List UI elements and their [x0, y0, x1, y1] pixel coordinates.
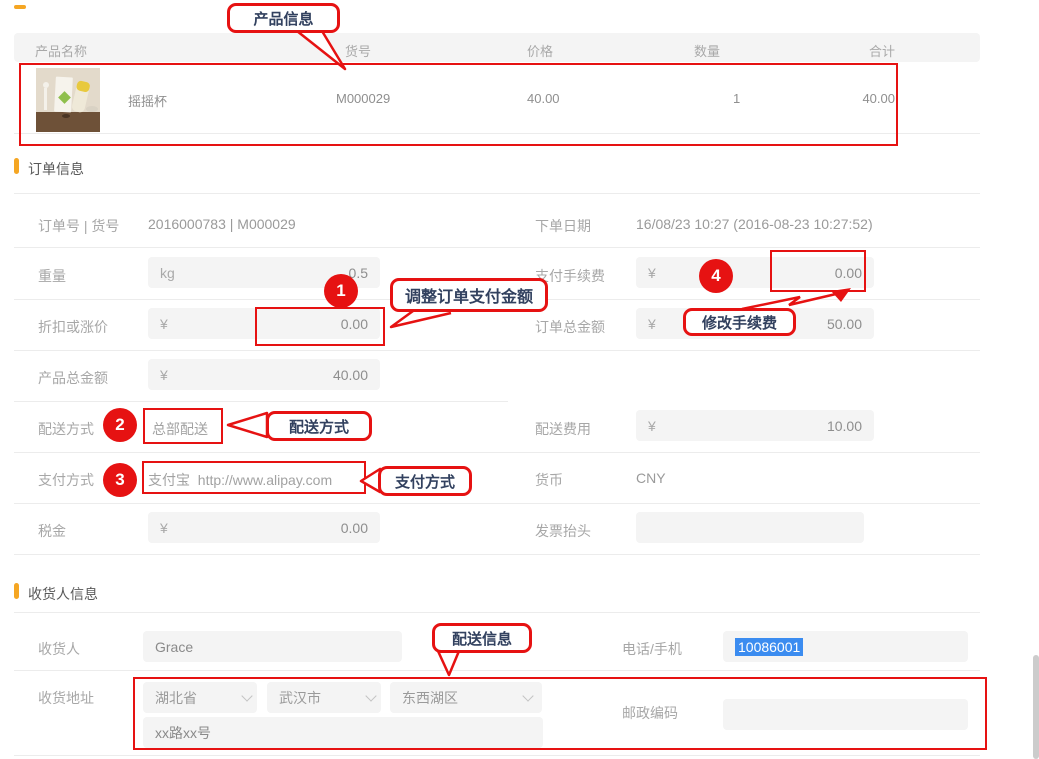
- district-select[interactable]: 东西湖区: [390, 682, 542, 713]
- annotation-callout-product-info: 产品信息: [227, 3, 340, 33]
- phone-input[interactable]: 10086001: [723, 631, 968, 662]
- receiver-name-label: 收货人: [38, 639, 80, 659]
- zip-input[interactable]: [723, 699, 968, 730]
- product-name-cell: 摇摇杯: [128, 91, 167, 110]
- divider-receiver-row1: [14, 670, 980, 671]
- tax-currency: ¥: [160, 520, 168, 536]
- divider-order-top: [14, 193, 980, 194]
- shipping-method-label: 配送方式: [38, 419, 94, 439]
- invoice-label: 发票抬头: [535, 521, 591, 541]
- currency-value: CNY: [636, 470, 666, 486]
- currency-label: 货币: [535, 470, 563, 490]
- address-label: 收货地址: [38, 688, 94, 708]
- product-qty-cell: 1: [733, 91, 740, 106]
- annotation-callout-delivery-info: 配送信息: [432, 623, 532, 653]
- product-thumbnail: [36, 68, 100, 132]
- shipping-fee-currency: ¥: [648, 418, 656, 434]
- product-total-cell: 40.00: [845, 91, 895, 106]
- receiver-name-value: Grace: [155, 639, 193, 655]
- product-total-value: 40.00: [333, 367, 368, 383]
- phone-label: 电话/手机: [622, 639, 682, 659]
- receiver-section-title: 收货人信息: [28, 584, 98, 604]
- product-sku-cell: M000029: [336, 91, 390, 106]
- col-header-sku: 货号: [345, 41, 371, 60]
- annotation-badge-3: 3: [103, 463, 137, 497]
- order-date-value: 16/08/23 10:27 (2016-08-23 10:27:52): [636, 216, 873, 232]
- payment-method-value[interactable]: 支付宝 http://www.alipay.com: [148, 470, 332, 490]
- product-total-label: 产品总金额: [38, 368, 108, 388]
- order-section-title: 订单信息: [28, 159, 84, 179]
- annotation-callout-adjust-payment: 调整订单支付金额: [390, 278, 548, 312]
- city-select[interactable]: 武汉市: [267, 682, 381, 713]
- shipping-fee-value: 10.00: [827, 418, 862, 434]
- payment-fee-input[interactable]: ¥ 0.00: [636, 257, 874, 288]
- divider-under-product-row: [14, 133, 980, 134]
- payment-method-label: 支付方式: [38, 470, 94, 490]
- annotation-badge-1: 1: [324, 274, 358, 308]
- order-section-bar: [14, 158, 19, 174]
- zip-label: 邮政编码: [622, 703, 678, 723]
- product-total-input[interactable]: ¥ 40.00: [148, 359, 380, 390]
- shipping-fee-label: 配送费用: [535, 419, 591, 439]
- annotation-badge-4: 4: [699, 259, 733, 293]
- order-date-label: 下单日期: [535, 216, 591, 236]
- shipping-method-value[interactable]: 总部配送: [152, 419, 208, 439]
- divider-row6: [14, 503, 980, 504]
- discount-currency: ¥: [160, 316, 168, 332]
- col-header-product-name: 产品名称: [35, 41, 87, 60]
- order-total-label: 订单总金额: [535, 317, 605, 337]
- district-value: 东西湖区: [402, 688, 458, 708]
- annotation-badge-2: 2: [103, 408, 137, 442]
- invoice-input[interactable]: [636, 512, 864, 543]
- col-header-price: 价格: [527, 41, 553, 60]
- divider-receiver-bottom: [14, 755, 980, 756]
- weight-unit: kg: [160, 265, 175, 281]
- divider-row7: [14, 554, 980, 555]
- product-price-cell: 40.00: [527, 91, 560, 106]
- tax-value: 0.00: [341, 520, 368, 536]
- divider-row1: [14, 247, 980, 248]
- payment-fee-currency: ¥: [648, 265, 656, 281]
- tax-label: 税金: [38, 521, 66, 541]
- discount-label: 折扣或涨价: [38, 317, 108, 337]
- order-no-value: 2016000783 | M000029: [148, 216, 296, 232]
- shipping-fee-input[interactable]: ¥ 10.00: [636, 410, 874, 441]
- order-total-value: 50.00: [827, 316, 862, 332]
- divider-row4-left: [14, 401, 508, 402]
- street-value: xx路xx号: [155, 723, 211, 743]
- city-value: 武汉市: [279, 688, 321, 708]
- col-header-qty: 数量: [694, 41, 720, 60]
- vertical-scrollbar-thumb[interactable]: [1033, 655, 1039, 759]
- divider-row5: [14, 452, 980, 453]
- annotation-callout-payment-method: 支付方式: [378, 466, 472, 496]
- receiver-name-input[interactable]: Grace: [143, 631, 402, 662]
- product-table-header: [14, 33, 980, 62]
- order-total-currency: ¥: [648, 316, 656, 332]
- order-no-label: 订单号 | 货号: [38, 216, 119, 236]
- discount-value: 0.00: [341, 316, 368, 332]
- street-input[interactable]: xx路xx号: [143, 717, 543, 748]
- divider-receiver-top: [14, 612, 980, 613]
- annotation-callout-modify-fee: 修改手续费: [683, 308, 796, 336]
- province-value: 湖北省: [155, 688, 197, 708]
- receiver-section-bar: [14, 583, 19, 599]
- product-photo-shaker-cup: [36, 68, 100, 132]
- payment-fee-value: 0.00: [835, 265, 862, 281]
- product-total-currency: ¥: [160, 367, 168, 383]
- discount-input[interactable]: ¥ 0.00: [148, 308, 380, 339]
- col-header-total: 合计: [849, 41, 895, 60]
- annotation-callout-shipping-method: 配送方式: [266, 411, 372, 441]
- divider-row3: [14, 350, 980, 351]
- top-section-bar-clipped: [14, 5, 26, 9]
- tax-input[interactable]: ¥ 0.00: [148, 512, 380, 543]
- province-select[interactable]: 湖北省: [143, 682, 257, 713]
- order-detail-page: 产品名称 货号 价格 数量 合计 摇摇杯 M000029 40.00 1 40.…: [0, 0, 1039, 759]
- weight-label: 重量: [38, 266, 66, 286]
- phone-value-selected: 10086001: [735, 638, 803, 656]
